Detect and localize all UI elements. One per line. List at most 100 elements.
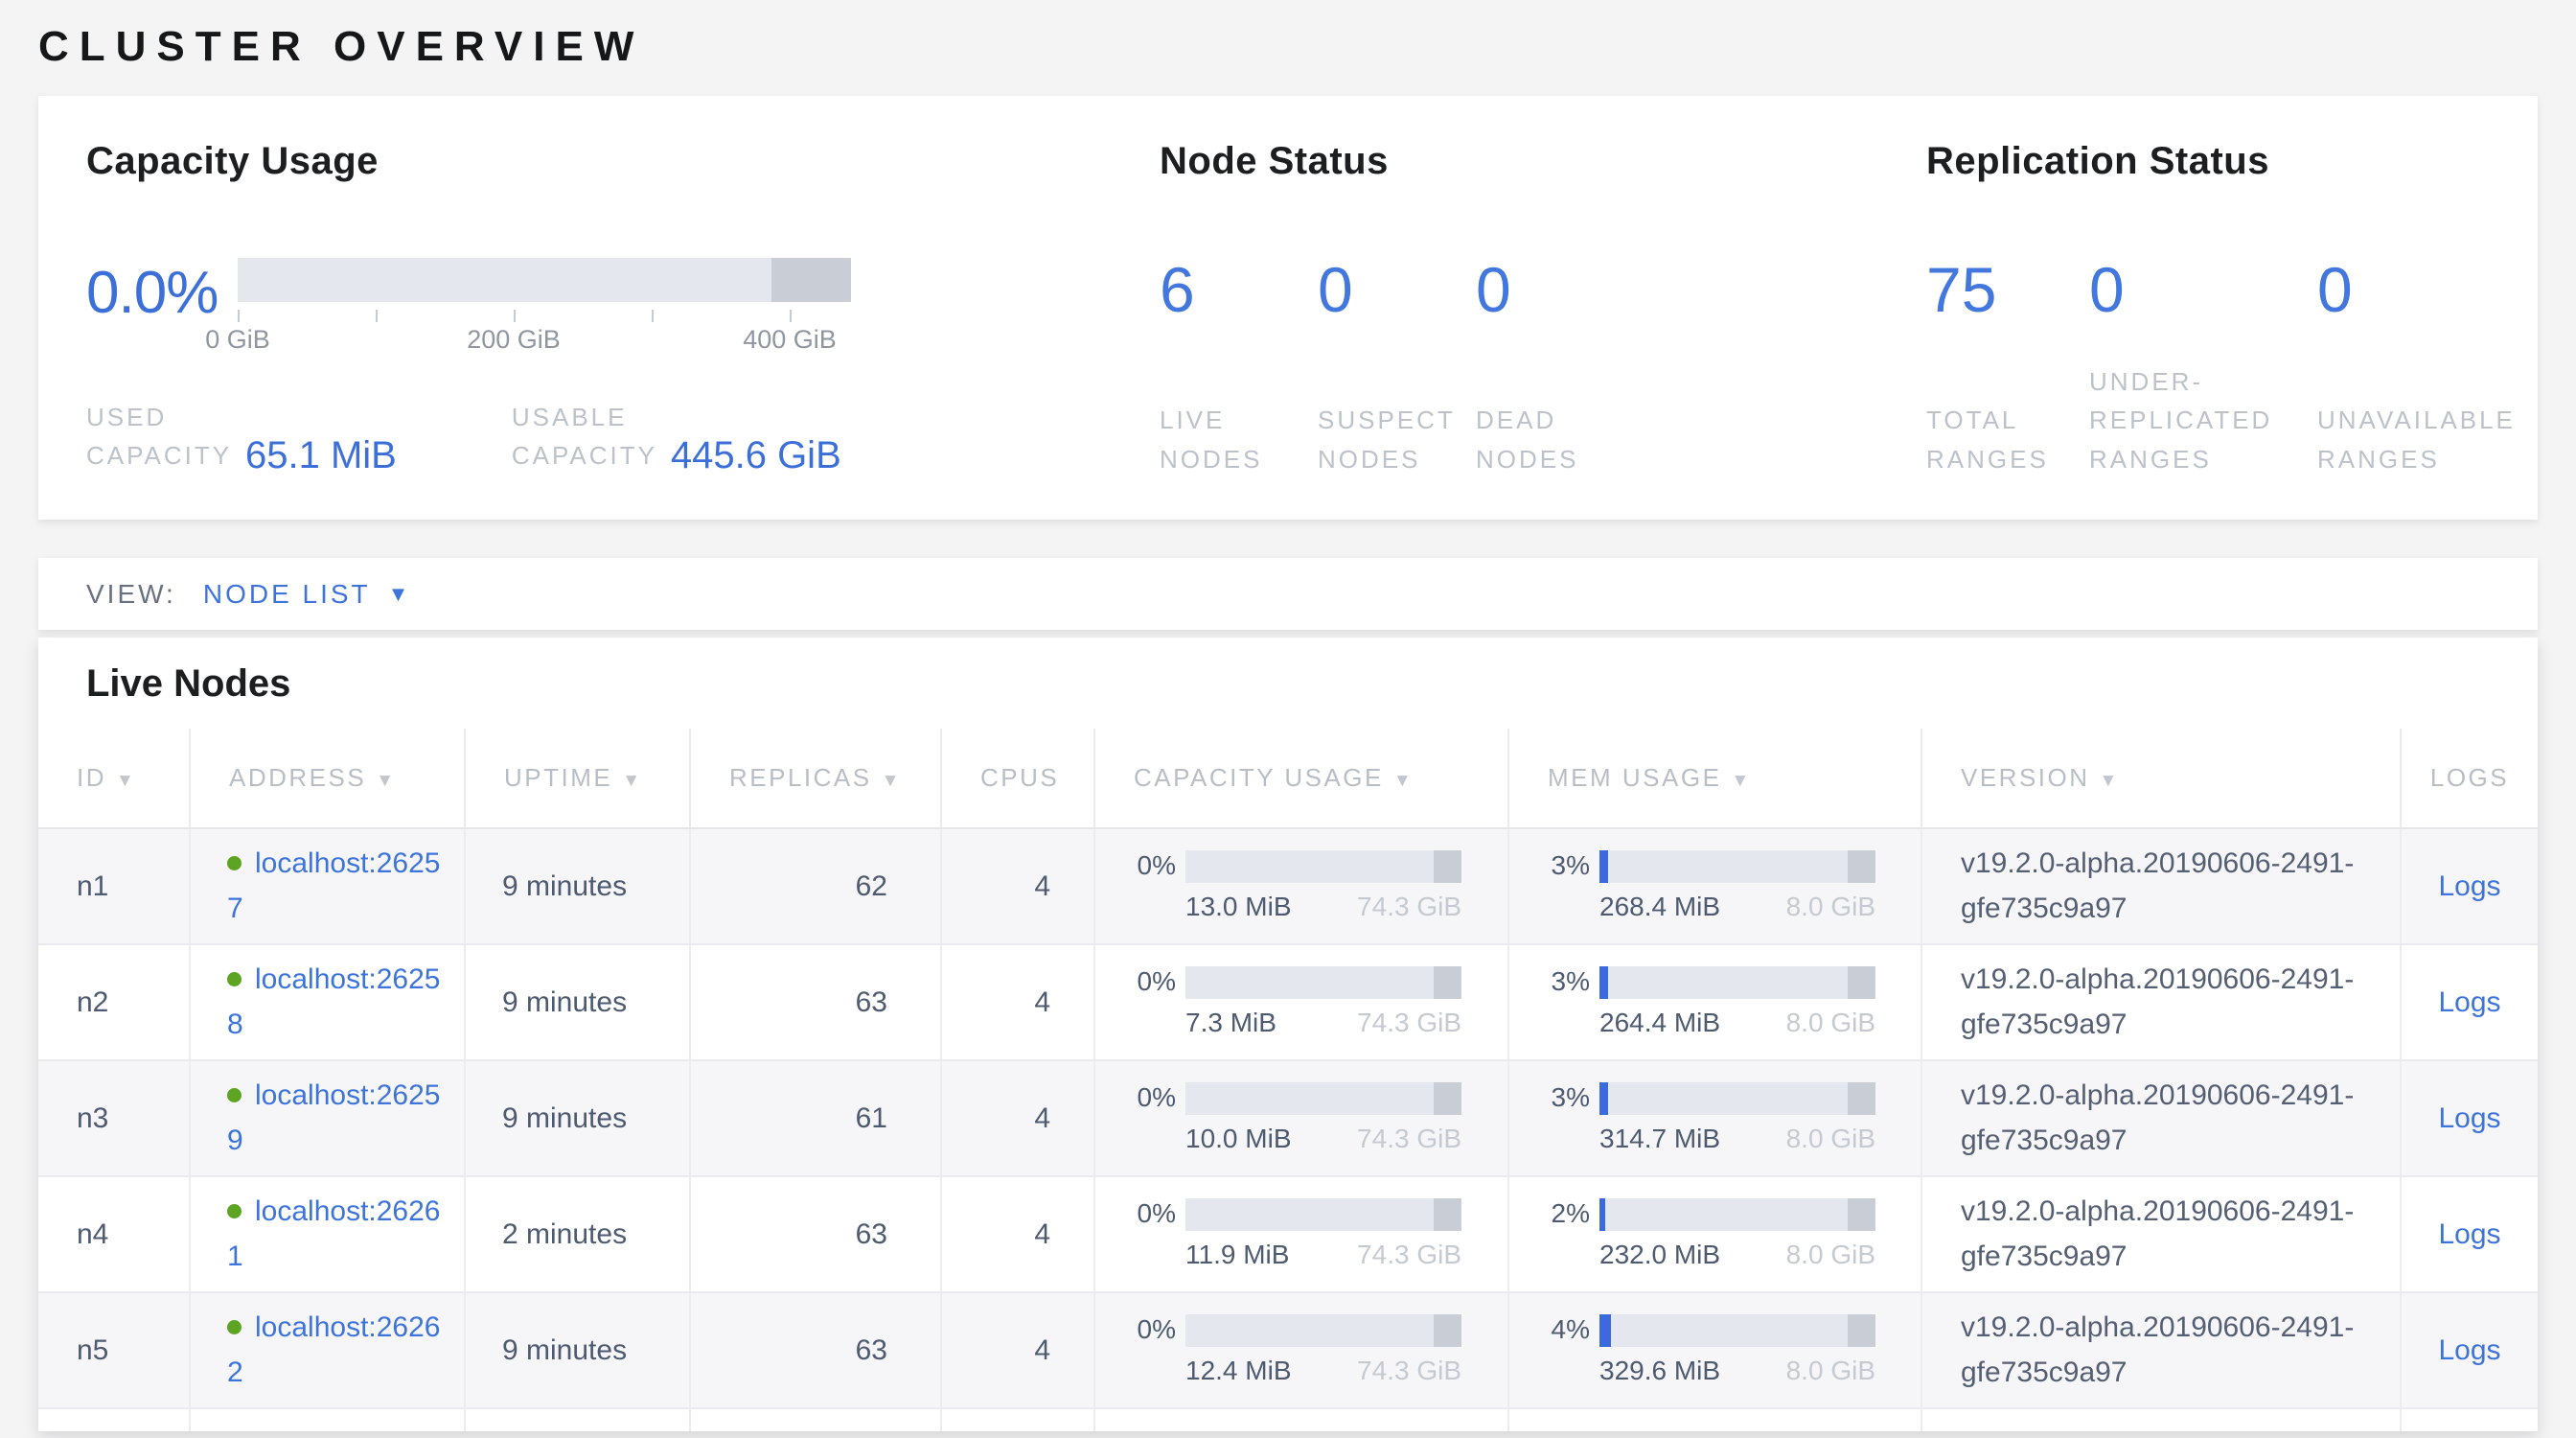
node-replicas-cell: 63: [690, 1176, 941, 1292]
node-id-cell: n5: [38, 1292, 190, 1408]
logs-link[interactable]: Logs: [2438, 1102, 2500, 1134]
capacity-bar-tail: [1434, 1314, 1461, 1347]
column-header-uptime[interactable]: UPTIME▼: [465, 729, 690, 828]
node-capacity-cell: 0% 13.0 MiB 74.3 GiB: [1094, 828, 1508, 944]
node-id: n1: [77, 870, 108, 902]
logs-link[interactable]: Logs: [2438, 1334, 2500, 1366]
capacity-total-value: 74.3 GiB: [1357, 1240, 1461, 1270]
column-header-mem-usage[interactable]: MEM USAGE▼: [1508, 729, 1921, 828]
table-header-row: ID▼ ADDRESS▼ UPTIME▼ REPLICAS▼ CPUS CAPA…: [38, 729, 2538, 828]
node-address-link[interactable]: localhost:26261: [227, 1195, 440, 1272]
mem-total-value: 8.0 GiB: [1786, 1124, 1875, 1154]
node-id-cell: n1: [38, 828, 190, 944]
capacity-bar-track: [1185, 850, 1461, 883]
mem-usage-meter: 3% 264.4 MiB 8.0 GiB: [1509, 966, 1920, 1038]
suspect-nodes-value: 0: [1318, 258, 1476, 321]
mem-percent: 4%: [1536, 1314, 1590, 1345]
node-address-cell: localhost:26257: [190, 828, 465, 944]
mem-usage-meter: 3% 314.7 MiB 8.0 GiB: [1509, 1082, 1920, 1154]
node-version-cell: v19.2.0-alpha.20190606-2491-gfe735c9a97: [1921, 1292, 2401, 1408]
node-mem-cell: 4% 329.6 MiB 8.0 GiB: [1508, 1292, 1921, 1408]
capacity-total-value: 74.3 GiB: [1357, 1356, 1461, 1386]
node-uptime: 2 minutes: [502, 1218, 627, 1250]
mem-bar-tail: [1848, 850, 1875, 883]
column-header-address[interactable]: ADDRESS▼: [190, 729, 465, 828]
logs-link[interactable]: Logs: [2438, 1218, 2500, 1250]
sort-icon: ▼: [116, 771, 136, 791]
node-address-link[interactable]: localhost:26257: [227, 847, 440, 924]
capacity-used-value: 12.4 MiB: [1185, 1356, 1292, 1386]
node-version-cell: v19.2.0-alpha.20190606-2491-gfe735c9a97: [1921, 944, 2401, 1060]
total-ranges-value: 75: [1926, 258, 2089, 321]
node-version: v19.2.0-alpha.20190606-2491-gfe735c9a97: [1961, 1079, 2354, 1156]
node-replicas: 63: [856, 986, 887, 1018]
sort-icon: ▼: [622, 771, 642, 791]
node-uptime: 9 minutes: [502, 870, 627, 902]
mem-bar-tail: [1848, 1082, 1875, 1115]
node-address-link[interactable]: localhost:26258: [227, 963, 440, 1040]
table-row: n3 localhost:26259 9 minutes 61 4 0% 10.…: [38, 1060, 2538, 1176]
capacity-percent: 0%: [1122, 850, 1176, 881]
sort-icon: ▼: [2100, 771, 2120, 791]
node-address-link[interactable]: localhost:26262: [227, 1311, 440, 1388]
sort-icon: ▼: [376, 771, 396, 791]
capacity-usage-section: Capacity Usage 0.0% 0 GiB200 GiB400 GiB …: [86, 140, 1160, 520]
mem-total-value: 8.0 GiB: [1786, 1240, 1875, 1270]
axis-tick-label: 400 GiB: [743, 325, 837, 355]
axis-tick: [514, 310, 516, 322]
capacity-bar-tail: [1434, 966, 1461, 999]
logs-link[interactable]: Logs: [2438, 870, 2500, 902]
page-title: CLUSTER OVERVIEW: [38, 0, 2538, 96]
live-nodes-title: Live Nodes: [38, 638, 2538, 729]
mem-total-value: 8.0 GiB: [1786, 1008, 1875, 1038]
mem-usage-meter: 4% 329.6 MiB 8.0 GiB: [1509, 1314, 1920, 1386]
column-header-id[interactable]: ID▼: [38, 729, 190, 828]
view-bar: VIEW: NODE LIST ▼: [38, 558, 2538, 630]
column-header-logs: LOGS: [2401, 729, 2538, 828]
node-version: v19.2.0-alpha.20190606-2491-gfe735c9a97: [1961, 1195, 2354, 1272]
node-address-link[interactable]: localhost:26259: [227, 1079, 440, 1156]
suspect-nodes-label: SUSPECT NODES: [1318, 401, 1476, 478]
summary-panel: Capacity Usage 0.0% 0 GiB200 GiB400 GiB …: [38, 96, 2538, 520]
node-id-cell: n2: [38, 944, 190, 1060]
unavailable-ranges-stat: 0 UNAVAILABLE RANGES: [2317, 258, 2557, 478]
view-dropdown[interactable]: NODE LIST ▼: [203, 579, 409, 610]
mem-bar-track: [1599, 966, 1875, 999]
usable-capacity-value: 445.6 GiB: [671, 434, 841, 477]
node-cpus: 4: [1034, 1334, 1050, 1366]
mem-used-value: 232.0 MiB: [1599, 1240, 1720, 1270]
column-header-capacity-usage[interactable]: CAPACITY USAGE▼: [1094, 729, 1508, 828]
node-logs-cell: Logs: [2401, 1176, 2538, 1292]
capacity-percent: 0.0%: [86, 264, 238, 323]
node-status-title: Node Status: [1160, 140, 1926, 183]
node-cpus-cell: 4: [941, 1176, 1094, 1292]
capacity-bar-track: [238, 258, 851, 302]
logs-link[interactable]: Logs: [2438, 986, 2500, 1018]
node-id: n4: [77, 1218, 108, 1250]
mem-percent: 3%: [1536, 966, 1590, 997]
mem-used-value: 264.4 MiB: [1599, 1008, 1720, 1038]
axis-tick: [238, 310, 240, 322]
dead-nodes-stat: 0 DEAD NODES: [1476, 258, 1634, 478]
column-header-version[interactable]: VERSION▼: [1921, 729, 2401, 828]
axis-tick: [652, 310, 654, 322]
mem-bar-tail: [1848, 966, 1875, 999]
column-header-replicas[interactable]: REPLICAS▼: [690, 729, 941, 828]
capacity-used-value: 13.0 MiB: [1185, 892, 1292, 922]
axis-tick-label: 200 GiB: [467, 325, 561, 355]
sort-icon: ▼: [1731, 771, 1751, 791]
table-row: n1 localhost:26257 9 minutes 62 4 0% 13.…: [38, 828, 2538, 944]
table-row: n5 localhost:26262 9 minutes 63 4 0% 12.…: [38, 1292, 2538, 1408]
under-replicated-ranges-label: UNDER-REPLICATED RANGES: [2089, 362, 2317, 478]
node-capacity-cell: 0% 11.9 MiB 74.3 GiB: [1094, 1176, 1508, 1292]
mem-usage-meter: 3% 268.4 MiB 8.0 GiB: [1509, 850, 1920, 922]
node-replicas-cell: 63: [690, 1292, 941, 1408]
sort-icon: ▼: [882, 771, 902, 791]
node-replicas: 61: [856, 1102, 887, 1134]
replication-status-title: Replication Status: [1926, 140, 2557, 183]
live-nodes-table: ID▼ ADDRESS▼ UPTIME▼ REPLICAS▼ CPUS CAPA…: [38, 729, 2538, 1431]
node-id: n5: [77, 1334, 108, 1366]
dead-nodes-value: 0: [1476, 258, 1634, 321]
capacity-percent: 0%: [1122, 1082, 1176, 1113]
mem-percent: 3%: [1536, 1082, 1590, 1113]
